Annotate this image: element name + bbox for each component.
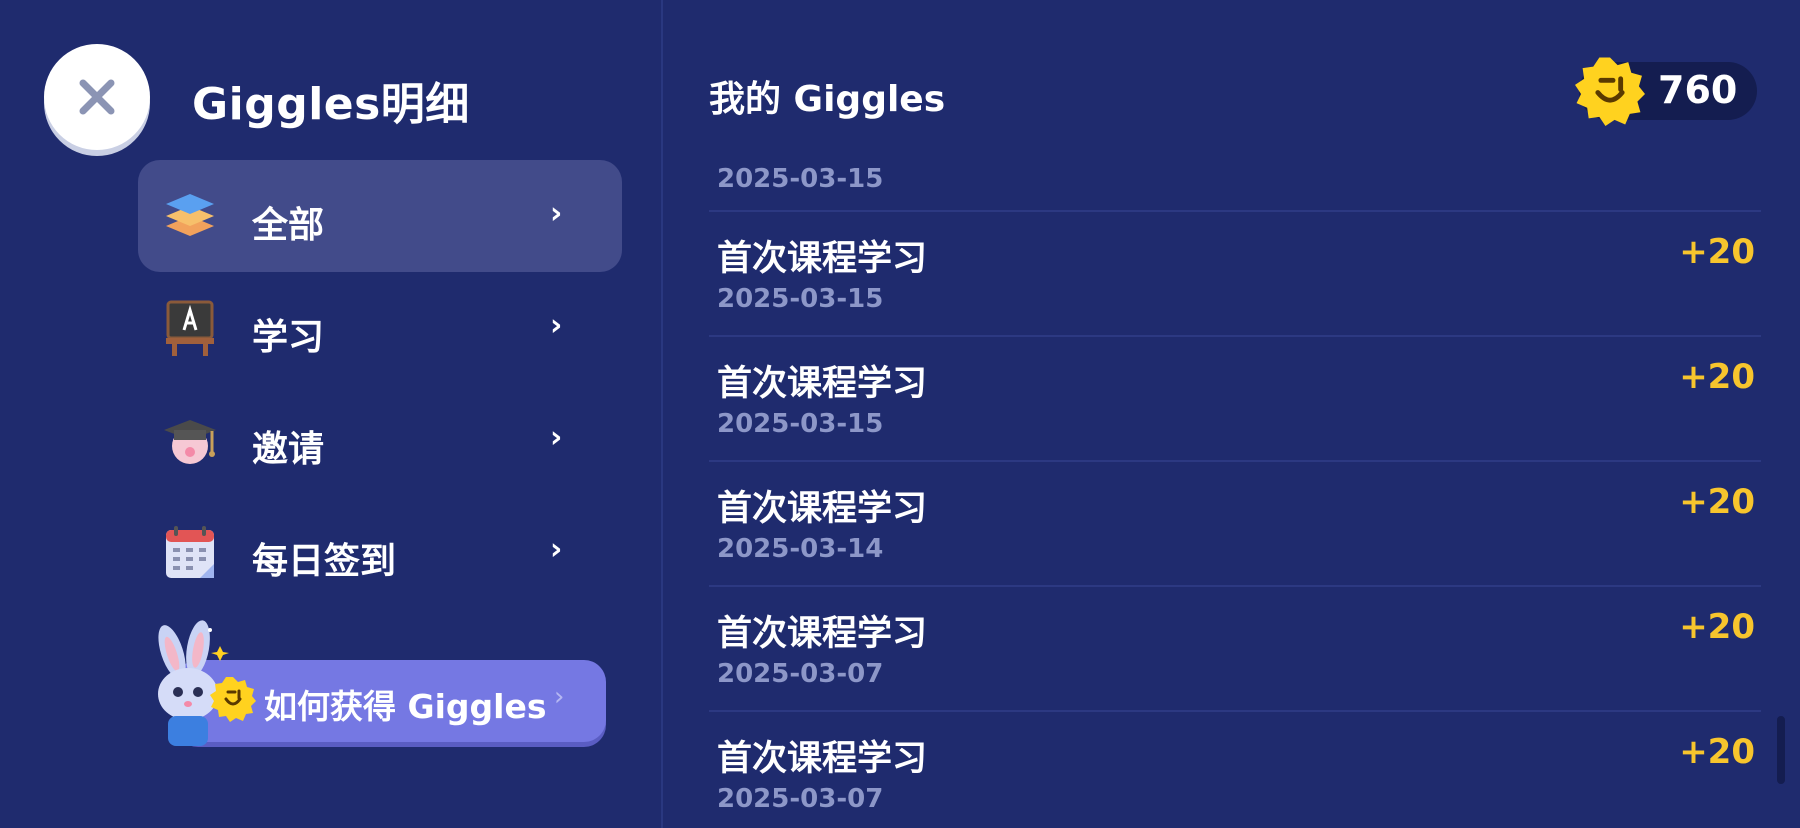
nav-item-label: 邀请 xyxy=(252,429,325,470)
close-button[interactable] xyxy=(44,44,150,150)
scrollbar[interactable] xyxy=(1777,716,1785,784)
balance-value: 760 xyxy=(1658,68,1738,112)
record-title: 首次课程学习 xyxy=(717,489,928,529)
graduate-icon xyxy=(160,410,220,470)
record-date: 2025-03-15 xyxy=(717,284,884,314)
record-date: 2025-03-15 xyxy=(717,409,884,439)
record-points: +20 xyxy=(1679,232,1755,272)
chevron-right-icon: › xyxy=(550,532,563,567)
nav-item-study[interactable]: 学习 › xyxy=(138,272,622,384)
record-title: 首次课程学习 xyxy=(717,239,928,279)
right-panel: 我的 Giggles 760 2025-03-15 首次课程学习 2025-03… xyxy=(663,0,1800,828)
record-points: +20 xyxy=(1679,357,1755,397)
record-row: 首次课程学习 2025-03-15 +20 xyxy=(709,337,1761,461)
nav-item-label: 每日签到 xyxy=(252,541,397,582)
close-icon xyxy=(79,79,115,115)
giggles-coin-icon xyxy=(1575,57,1645,126)
record-date: 2025-03-07 xyxy=(717,784,884,814)
record-title: 首次课程学习 xyxy=(717,739,928,779)
chevron-right-icon: › xyxy=(550,308,563,343)
category-nav: 全部 › 学习 › 邀请 › 每日签到 › xyxy=(138,160,622,608)
blackboard-icon xyxy=(160,298,220,358)
section-title: 我的 Giggles xyxy=(709,79,946,120)
record-points: +20 xyxy=(1679,732,1755,772)
page-title: Giggles明细 xyxy=(192,79,470,130)
records-list[interactable]: 2025-03-15 首次课程学习 2025-03-15 +20 首次课程学习 … xyxy=(709,150,1761,828)
how-to-earn-label: 如何获得 Giggles xyxy=(264,687,547,726)
record-points: +20 xyxy=(1679,482,1755,522)
chevron-right-icon: › xyxy=(554,682,565,712)
record-row: 首次课程学习 2025-03-07 +20 xyxy=(709,587,1761,711)
record-row: 首次课程学习 2025-03-15 +20 xyxy=(709,212,1761,336)
calendar-icon xyxy=(160,522,220,582)
nav-item-checkin[interactable]: 每日签到 › xyxy=(138,496,622,608)
record-title: 首次课程学习 xyxy=(717,364,928,404)
left-panel: Giggles明细 全部 › 学习 › 邀请 › 每日签到 › 如何获得 Gig… xyxy=(0,0,661,828)
chevron-right-icon: › xyxy=(550,420,563,455)
nav-item-label: 学习 xyxy=(252,317,325,358)
record-date: 2025-03-07 xyxy=(717,659,884,689)
record-row: 首次课程学习 2025-03-07 +20 xyxy=(709,712,1761,828)
layers-icon xyxy=(160,186,220,246)
nav-item-label: 全部 xyxy=(252,205,325,246)
nav-item-all[interactable]: 全部 › xyxy=(138,160,622,272)
record-title: 首次课程学习 xyxy=(717,614,928,654)
record-date: 2025-03-15 xyxy=(717,164,884,194)
chevron-right-icon: › xyxy=(550,196,563,231)
record-points: +20 xyxy=(1679,607,1755,647)
record-date: 2025-03-14 xyxy=(717,534,884,564)
giggles-detail-screen: Giggles明细 全部 › 学习 › 邀请 › 每日签到 › 如何获得 Gig… xyxy=(0,0,1800,828)
giggles-coin-icon xyxy=(210,677,256,722)
record-row: 首次课程学习 2025-03-14 +20 xyxy=(709,462,1761,586)
nav-item-invite[interactable]: 邀请 › xyxy=(138,384,622,496)
